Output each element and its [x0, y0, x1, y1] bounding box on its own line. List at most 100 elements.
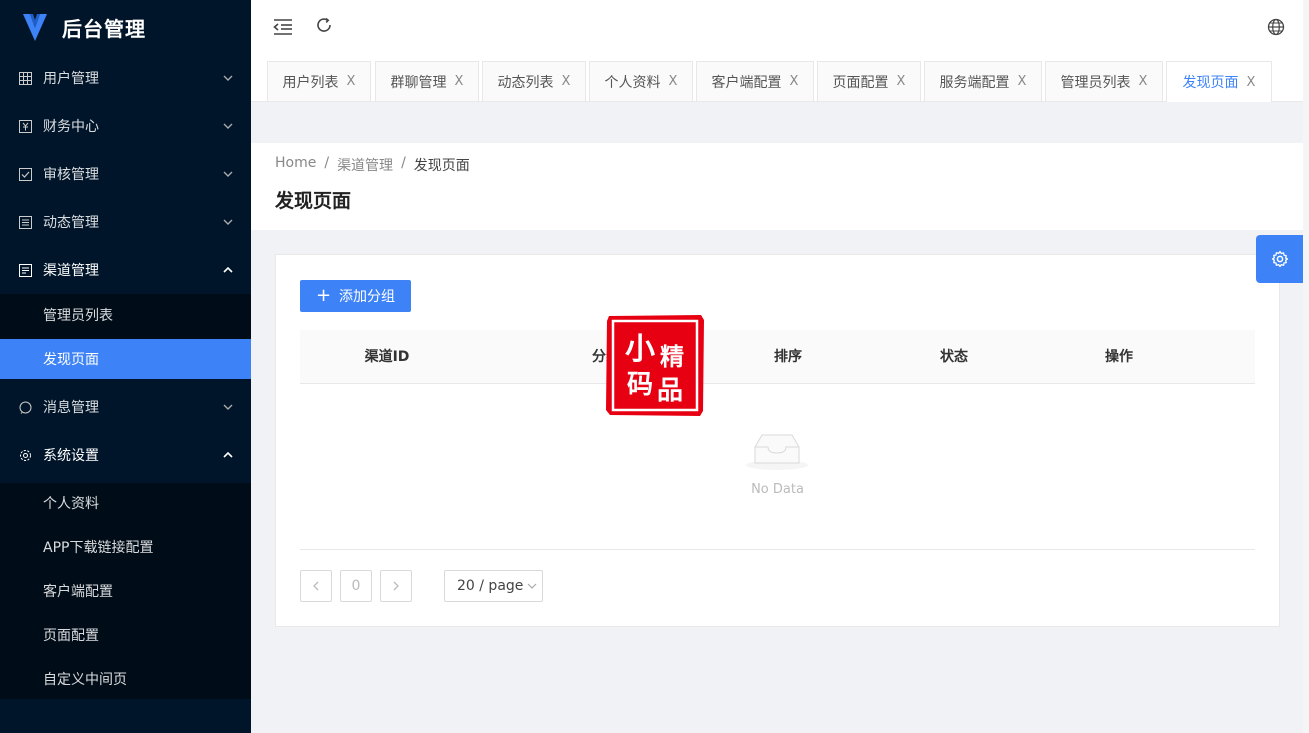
page-title: 发现页面: [275, 190, 352, 212]
close-icon[interactable]: X: [1139, 74, 1148, 89]
page-number[interactable]: 0: [340, 570, 372, 602]
gear-icon: [1271, 250, 1289, 268]
watermark-seal: 小 精 码 品: [606, 315, 704, 416]
sidebar-item-label: 消息管理: [43, 400, 99, 416]
tab-page-config[interactable]: 页面配置 X: [817, 61, 921, 101]
vue-logo-icon: [23, 14, 47, 41]
tab-moments-list[interactable]: 动态列表 X: [482, 61, 586, 101]
tab-bar: 用户列表 X 群聊管理 X 动态列表 X 个人资料 X 客户端配置 X 页面配置 X 服务端…: [251, 54, 1309, 102]
sidebar-item-channel[interactable]: 渠道管理: [0, 246, 251, 294]
breadcrumb: Home / 渠道管理 / 发现页面: [275, 155, 470, 175]
sidebar-item-admin-list[interactable]: 管理员列表: [0, 295, 251, 335]
list-icon: [19, 215, 32, 229]
sidebar-item-profile[interactable]: 个人资料: [0, 483, 251, 523]
sidebar-item-finance[interactable]: 财务中心: [0, 102, 251, 150]
chevron-down-icon: [527, 583, 537, 589]
table-header: 渠道ID 分组名称 排序 状态 操作: [300, 330, 1255, 384]
breadcrumb-channel[interactable]: 渠道管理: [337, 155, 393, 175]
tab-server-config[interactable]: 服务端配置 X: [924, 61, 1042, 101]
chevron-down-icon: [223, 169, 233, 179]
plus-icon: +: [315, 285, 332, 306]
column-header-status[interactable]: 状态: [940, 330, 968, 384]
close-icon[interactable]: X: [790, 74, 799, 89]
sidebar-item-client-config[interactable]: 客户端配置: [0, 571, 251, 611]
breadcrumb-separator: /: [401, 155, 406, 171]
content-card: + 添加分组 渠道ID 分组名称 排序 状态 操作 No Data 0 20 /…: [275, 254, 1280, 627]
tab-group-chat[interactable]: 群聊管理 X: [375, 61, 479, 101]
tab-label: 用户列表: [282, 74, 339, 91]
chevron-down-icon: [223, 402, 233, 412]
sidebar-item-app-download-config[interactable]: APP下载链接配置: [0, 527, 251, 567]
top-header: [251, 0, 1309, 54]
tab-discover-page[interactable]: 发现页面 X: [1166, 61, 1272, 102]
empty-inbox-icon: [746, 434, 808, 470]
svg-text:精: 精: [660, 343, 684, 371]
sidebar-item-discover-page[interactable]: 发现页面: [0, 339, 251, 379]
chevron-down-icon: [223, 121, 233, 131]
svg-text:码: 码: [627, 370, 653, 400]
channel-icon: [19, 263, 32, 277]
close-icon[interactable]: X: [669, 74, 678, 89]
chevron-down-icon: [223, 73, 233, 83]
chevron-right-icon: [393, 581, 399, 591]
sidebar-item-user-management[interactable]: 用户管理: [0, 54, 251, 102]
tab-label: 群聊管理: [390, 74, 447, 91]
page-size-value: 20 / page: [457, 578, 524, 594]
close-icon[interactable]: X: [897, 74, 906, 89]
svg-text:品: 品: [657, 376, 683, 406]
sidebar: 后台管理 用户管理 财务中心 审核管理 动态管理 渠道管理 管理员列表 发现页面…: [0, 0, 251, 733]
sidebar-item-page-config[interactable]: 页面配置: [0, 615, 251, 655]
sidebar-item-moments[interactable]: 动态管理: [0, 198, 251, 246]
tab-label: 发现页面: [1182, 75, 1239, 91]
column-header-sort[interactable]: 排序: [774, 330, 802, 384]
add-group-label: 添加分组: [339, 289, 396, 305]
page-size-select[interactable]: 20 / page: [444, 570, 543, 602]
sidebar-item-system-settings[interactable]: 系统设置: [0, 431, 251, 479]
close-icon[interactable]: X: [562, 74, 571, 89]
submenu-system-settings: 个人资料 APP下载链接配置 客户端配置 页面配置 自定义中间页: [0, 483, 251, 699]
column-header-actions[interactable]: 操作: [1105, 330, 1133, 384]
chevron-up-icon: [223, 265, 233, 275]
chevron-left-icon: [313, 581, 319, 591]
breadcrumb-home[interactable]: Home: [275, 155, 316, 175]
column-header-channel-id[interactable]: 渠道ID: [365, 330, 410, 384]
close-icon[interactable]: X: [347, 74, 356, 89]
submenu-channel: 管理员列表 发现页面: [0, 294, 251, 379]
reload-icon[interactable]: [314, 15, 334, 35]
sidebar-item-label: 系统设置: [43, 448, 99, 464]
empty-text: No Data: [751, 482, 804, 497]
tab-client-config[interactable]: 客户端配置 X: [696, 61, 814, 101]
tab-admin-list[interactable]: 管理员列表 X: [1045, 61, 1163, 101]
table-icon: [19, 71, 32, 85]
svg-text:小: 小: [625, 332, 655, 367]
prev-page-button[interactable]: [300, 570, 332, 602]
settings-drawer-button[interactable]: [1256, 235, 1304, 283]
close-icon[interactable]: X: [455, 74, 464, 89]
sidebar-item-label: 动态管理: [43, 215, 99, 231]
language-globe-icon[interactable]: [1266, 17, 1286, 37]
tab-user-list[interactable]: 用户列表 X: [267, 61, 371, 101]
tab-profile[interactable]: 个人资料 X: [589, 61, 693, 101]
pagination: 0 20 / page: [300, 570, 543, 602]
tab-label: 页面配置: [832, 74, 889, 91]
sidebar-item-label: 用户管理: [43, 71, 99, 87]
next-page-button[interactable]: [380, 570, 412, 602]
app-title: 后台管理: [62, 16, 146, 41]
sidebar-item-review[interactable]: 审核管理: [0, 150, 251, 198]
add-group-button[interactable]: + 添加分组: [300, 280, 411, 312]
chevron-up-icon: [223, 450, 233, 460]
close-icon[interactable]: X: [1018, 74, 1027, 89]
menu-fold-icon[interactable]: [273, 17, 293, 37]
tab-label: 管理员列表: [1060, 74, 1131, 91]
sidebar-item-messages[interactable]: 消息管理: [0, 383, 251, 431]
message-icon: [19, 401, 32, 414]
tab-label: 动态列表: [497, 74, 554, 91]
sidebar-item-custom-middle-page[interactable]: 自定义中间页: [0, 659, 251, 699]
tab-label: 个人资料: [604, 74, 661, 91]
close-icon[interactable]: X: [1247, 75, 1256, 90]
scrollbar-track[interactable]: [1303, 0, 1309, 733]
sidebar-item-label: 审核管理: [43, 167, 99, 183]
logo[interactable]: 后台管理: [0, 0, 251, 54]
sidebar-item-label: 财务中心: [43, 119, 99, 135]
chevron-down-icon: [223, 217, 233, 227]
